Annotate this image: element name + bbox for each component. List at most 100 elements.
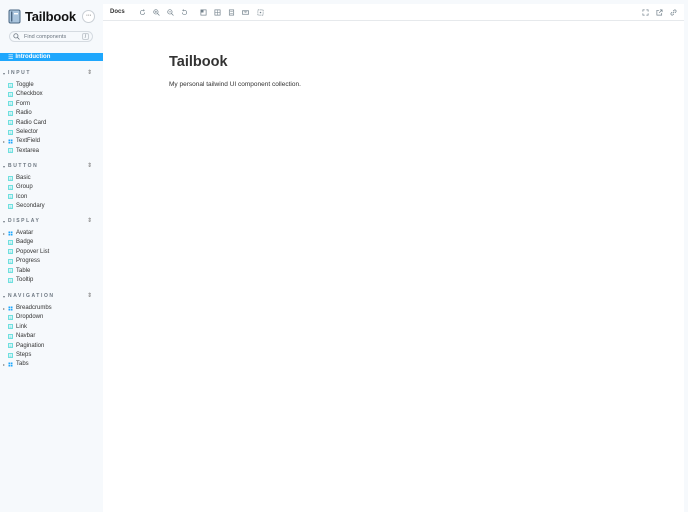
sidebar-item-pagination[interactable]: Pagination [0, 342, 103, 350]
sidebar-item-breadcrumbs[interactable]: ▸ Breadcrumbs [0, 304, 103, 312]
measure-icon[interactable] [242, 9, 249, 16]
background-icon[interactable] [200, 9, 207, 16]
search-icon [13, 33, 20, 40]
sidebar-item-icon[interactable]: Icon [0, 193, 103, 201]
sidebar-item-label: TextField [16, 138, 41, 145]
chevron-down-icon: ▾ [2, 70, 5, 76]
sidebar-item-form[interactable]: Form [0, 100, 103, 108]
document-icon [8, 110, 13, 116]
sidebar-group-label: DISPLAY [8, 218, 41, 224]
sidebar-item-label: Introduction [15, 54, 51, 60]
expand-collapse-icon[interactable]: ⇕ [87, 69, 92, 76]
sidebar-item-radio[interactable]: Radio [0, 109, 103, 117]
sidebar-group-label: INPUT [8, 70, 31, 76]
open-new-tab-icon[interactable] [656, 9, 663, 16]
sidebar-item-label: Secondary [16, 203, 45, 210]
document-icon [8, 343, 13, 348]
reset-zoom-icon[interactable] [181, 9, 188, 16]
sidebar-item-label: Form [16, 100, 30, 107]
sidebar-item-label: Dropdown [16, 314, 44, 321]
docs-content: Tailbook My personal tailwind UI compone… [103, 21, 684, 512]
document-icon [8, 120, 13, 125]
sidebar-item-label: Radio [16, 110, 32, 117]
reload-icon[interactable] [139, 9, 146, 16]
sidebar-item-avatar[interactable]: ▸ Avatar [0, 229, 103, 237]
sidebar-item-secondary[interactable]: Secondary [0, 202, 103, 210]
sidebar-item-tabs[interactable]: ▸ Tabs [0, 360, 103, 368]
toolbar: Docs [103, 4, 684, 21]
brand[interactable]: Tailbook [8, 8, 76, 25]
sidebar-item-label: Selector [16, 129, 39, 135]
sidebar-item-badge[interactable]: Badge [0, 238, 103, 246]
sidebar-item-progress[interactable]: Progress [0, 257, 103, 265]
search-input[interactable]: Find components [24, 34, 82, 40]
sidebar-item-label: Steps [16, 352, 32, 358]
sidebar-item-checkbox[interactable]: Checkbox [0, 90, 103, 98]
document-icon [8, 333, 13, 339]
expand-collapse-icon[interactable]: ⇕ [87, 217, 92, 224]
chevron-right-icon: ▸ [2, 305, 5, 311]
sidebar: Tailbook ··· Find components / ☰ Introduc… [0, 0, 103, 512]
sidebar-item-group[interactable]: Group [0, 183, 103, 191]
sidebar-item-label: Checkbox [16, 91, 43, 98]
sidebar-menu-button[interactable]: ··· [82, 10, 95, 23]
sidebar-item-label: Badge [16, 239, 34, 246]
chevron-down-icon: ▾ [2, 163, 5, 169]
document-icon [8, 240, 13, 245]
document-icon [8, 82, 13, 88]
zoom-out-icon[interactable] [167, 9, 174, 16]
sidebar-item-label: Breadcrumbs [16, 305, 52, 311]
document-icon [8, 194, 13, 200]
chevron-right-icon: ▸ [2, 230, 5, 236]
sidebar-item-label: Table [16, 267, 31, 274]
sidebar-group-input[interactable]: ▾ INPUT ⇕ [0, 69, 103, 77]
component-icon [8, 139, 13, 144]
docs-icon: ☰ [8, 54, 14, 61]
right-edge [684, 0, 688, 512]
sidebar-item-basic[interactable]: Basic [0, 174, 103, 182]
chevron-right-icon: ▸ [2, 138, 5, 144]
document-icon [8, 129, 13, 135]
sidebar-item-steps[interactable]: Steps [0, 351, 103, 359]
sidebar-group-label: BUTTON [8, 163, 39, 169]
document-icon [8, 352, 13, 358]
tab-docs[interactable]: Docs [110, 9, 125, 15]
sidebar-item-table[interactable]: Table [0, 267, 103, 275]
document-icon [8, 92, 13, 97]
component-icon [8, 362, 13, 367]
document-icon [8, 277, 13, 283]
sidebar-group-display[interactable]: ▾ DISPLAY ⇕ [0, 217, 103, 225]
expand-collapse-icon[interactable]: ⇕ [87, 292, 92, 299]
document-icon [8, 101, 13, 107]
sidebar-item-tooltip[interactable]: Tooltip [0, 276, 103, 284]
sidebar-item-toggle[interactable]: Toggle [0, 81, 103, 89]
sidebar-group-button[interactable]: ▾ BUTTON ⇕ [0, 162, 103, 170]
grid-icon[interactable] [214, 9, 221, 16]
sidebar-item-label: Pagination [16, 342, 45, 349]
sidebar-item-selector[interactable]: Selector [0, 128, 103, 136]
document-icon [8, 203, 13, 209]
sidebar-item-label: Progress [16, 258, 41, 265]
sidebar-item-textarea[interactable]: Textarea [0, 147, 103, 155]
outline-icon[interactable] [257, 9, 264, 16]
viewport-icon[interactable] [228, 9, 235, 16]
doc-description: My personal tailwind UI component collec… [169, 81, 301, 88]
chevron-right-icon: ▸ [2, 361, 5, 367]
sidebar-item-introduction[interactable]: ☰ Introduction [0, 53, 103, 61]
sidebar-item-label: Tabs [16, 361, 29, 368]
sidebar-item-dropdown[interactable]: Dropdown [0, 313, 103, 321]
sidebar-item-textfield[interactable]: ▸ TextField [0, 137, 103, 145]
sidebar-item-popover-list[interactable]: Popover List [0, 248, 103, 256]
sidebar-item-radio-card[interactable]: Radio Card [0, 119, 103, 127]
document-icon [8, 175, 13, 181]
fullscreen-icon[interactable] [642, 9, 649, 16]
sidebar-item-link[interactable]: Link [0, 323, 103, 331]
expand-collapse-icon[interactable]: ⇕ [87, 162, 92, 169]
document-icon [8, 258, 13, 264]
sidebar-item-navbar[interactable]: Navbar [0, 332, 103, 340]
search-field[interactable]: Find components / [9, 31, 93, 42]
copy-link-icon[interactable] [670, 9, 677, 16]
sidebar-group-navigation[interactable]: ▾ NAVIGATION ⇕ [0, 292, 103, 300]
brand-title: Tailbook [25, 9, 76, 24]
zoom-in-icon[interactable] [153, 9, 160, 16]
